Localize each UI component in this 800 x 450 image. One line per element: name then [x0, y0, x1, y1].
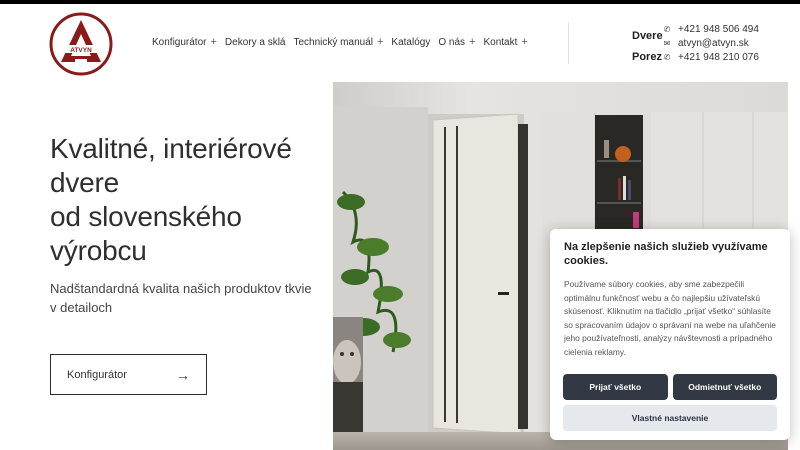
nav-item-technicky-manual[interactable]: Technický manuál + [294, 36, 384, 48]
nav-item-o-nas[interactable]: O nás + [438, 36, 475, 48]
plus-icon: + [469, 36, 476, 48]
nav-item-label: Katalógy [391, 36, 431, 48]
logo-text: ATVYN [70, 47, 92, 54]
mail-icon: ✉ [663, 39, 671, 48]
phone-icon: ✆ [663, 53, 671, 62]
phone-icon: ✆ [663, 25, 671, 34]
arrow-right-icon: → [176, 366, 190, 383]
configurator-button-label: Konfigurátor [67, 368, 127, 381]
hero-title-line: výrobcu [50, 235, 147, 266]
nav-item-kontakt[interactable]: Kontakt + [483, 36, 527, 48]
frames-contact-label: Porez [632, 51, 662, 63]
plus-icon: + [521, 36, 528, 48]
frames-phone-number: +421 948 210 076 [678, 52, 759, 63]
plus-icon: + [376, 36, 384, 48]
header-divider [568, 22, 569, 64]
nav-item-dekory[interactable]: Dekory a sklá [225, 36, 286, 48]
hero-title-line: Kvalitné, interiérové [50, 133, 292, 164]
company-logo[interactable]: ATVYN [49, 12, 113, 76]
top-border [0, 0, 800, 4]
frames-phone-link[interactable]: ✆ +421 948 210 076 [662, 52, 759, 63]
doors-phone-number: +421 948 506 494 [678, 24, 759, 35]
accept-all-button[interactable]: Prijať všetko [563, 374, 668, 400]
email-link[interactable]: ✉ atvyn@atvyn.sk [662, 38, 749, 49]
hero-subtitle: Nadštandardná kvalita našich produktov t… [50, 281, 312, 315]
nav-item-konfigurator[interactable]: Konfigurátor + [152, 36, 217, 48]
hero-title: Kvalitné, interiérové dvere od slovenské… [50, 132, 320, 268]
configurator-button[interactable]: Konfigurátor → [50, 354, 207, 395]
reject-all-button[interactable]: Odmietnuť všetko [672, 374, 777, 400]
hero-title-line: dvere [50, 167, 120, 198]
hero-title-line: od slovenského [50, 201, 242, 232]
nav-item-label: O nás [438, 36, 466, 48]
email-address: atvyn@atvyn.sk [678, 38, 749, 49]
cookie-title: Na zlepšenie našich služieb využívame co… [564, 241, 768, 267]
plus-icon: + [210, 36, 217, 48]
nav-item-label: Technický manuál [293, 36, 373, 48]
cookie-consent-dialog: Na zlepšenie našich služieb využívame co… [550, 229, 790, 440]
nav-item-label: Kontakt [483, 36, 518, 48]
nav-item-katalogy[interactable]: Katalógy [391, 36, 430, 48]
doors-phone-link[interactable]: ✆ +421 948 506 494 [662, 24, 759, 35]
cookie-buttons: Prijať všetko Odmietnuť všetko Vlastné n… [563, 374, 777, 431]
custom-settings-button[interactable]: Vlastné nastavenie [563, 405, 777, 431]
doors-contact-label: Dvere [632, 30, 663, 42]
cookie-button-row: Prijať všetko Odmietnuť všetko [563, 374, 777, 400]
nav-item-label: Dekory a sklá [224, 36, 286, 48]
cookie-description: Používame súbory cookies, aby sme zabezp… [564, 279, 776, 357]
nav-item-label: Konfigurátor [152, 36, 207, 48]
main-nav: Konfigurátor + Dekory a sklá Technický ma… [152, 36, 536, 48]
